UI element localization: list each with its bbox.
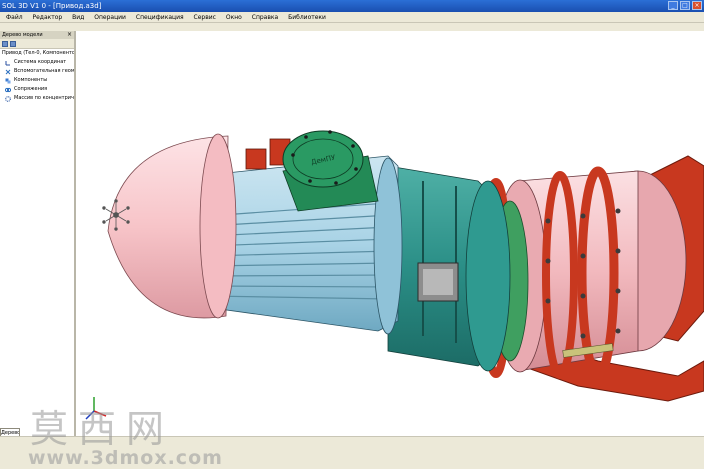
- model-tree: Привод (Тел-0, Компонентов-2) Система ко…: [0, 49, 74, 103]
- tree-item-label: Вспомогательная геометр: [14, 68, 74, 74]
- close-button[interactable]: ×: [692, 1, 702, 10]
- cable-gland: [245, 148, 267, 170]
- model-tree-toolbar: [0, 39, 74, 49]
- menu-specification[interactable]: Спецификация: [136, 14, 184, 21]
- mates-icon: [5, 87, 11, 92]
- window-controls: _ □ ×: [668, 1, 702, 10]
- toolbar: [0, 23, 704, 31]
- auxiliary-geometry-icon: [5, 69, 11, 74]
- 3d-viewport[interactable]: ДемПУ: [78, 31, 704, 436]
- model-tree-header: Дерево модели ×: [0, 31, 74, 39]
- tree-item-mates[interactable]: Сопряжения: [2, 85, 74, 94]
- watermark-url: www.3dmox.com: [28, 447, 223, 469]
- window-title: SOL 3D V1 0 - [Привод.a3d]: [2, 2, 102, 10]
- menu-file[interactable]: Файл: [6, 14, 23, 21]
- motor-body-front: [373, 157, 403, 335]
- menu-window[interactable]: Окно: [226, 14, 242, 21]
- tree-item-auxiliary-geometry[interactable]: Вспомогательная геометр: [2, 67, 74, 76]
- tree-item-label: Компоненты: [14, 77, 48, 83]
- menu-editor[interactable]: Редактор: [33, 14, 63, 21]
- model-tree-panel: Дерево модели × Привод (Тел-0, Компонент…: [0, 31, 76, 438]
- menu-bar: Файл Редактор Вид Операции Спецификация …: [0, 12, 704, 23]
- menu-view[interactable]: Вид: [72, 14, 84, 21]
- coordinate-system-icon: [5, 60, 10, 65]
- tree-root[interactable]: Привод (Тел-0, Компонентов-2): [2, 49, 74, 58]
- tree-view-icon[interactable]: [2, 40, 8, 47]
- filter-icon[interactable]: [10, 40, 16, 47]
- tree-item-coordinate-system[interactable]: Система координат: [2, 58, 74, 67]
- tree-item-label: Массив по концентрическ: [14, 95, 74, 101]
- tree-item-label: Сопряжения: [14, 86, 48, 92]
- watermark-chinese: 莫西网: [30, 407, 175, 451]
- motor-assembly-model: ДемПУ: [85, 130, 704, 420]
- teal-adapter-face: [465, 180, 511, 372]
- close-icon[interactable]: ×: [67, 31, 72, 39]
- components-icon: [5, 78, 11, 83]
- tree-root-label: Привод (Тел-0, Компонентов-2): [2, 50, 74, 56]
- menu-service[interactable]: Сервис: [194, 14, 216, 21]
- menu-libraries[interactable]: Библиотеки: [288, 14, 326, 21]
- tree-item-label: Система координат: [14, 59, 67, 65]
- minimize-button[interactable]: _: [668, 1, 678, 10]
- model-tree-title: Дерево модели: [2, 32, 43, 38]
- maximize-button[interactable]: □: [680, 1, 690, 10]
- menu-operations[interactable]: Операции: [94, 14, 126, 21]
- menu-help[interactable]: Справка: [252, 14, 278, 21]
- title-bar: SOL 3D V1 0 - [Привод.a3d] _ □ ×: [0, 0, 704, 12]
- motor-cap-rim: [199, 133, 237, 319]
- inspection-window-glass: [423, 269, 453, 295]
- circular-pattern-icon: [5, 95, 11, 102]
- tree-item-components[interactable]: Компоненты: [2, 76, 74, 85]
- tree-item-circular-pattern[interactable]: Массив по концентрическ: [2, 94, 74, 103]
